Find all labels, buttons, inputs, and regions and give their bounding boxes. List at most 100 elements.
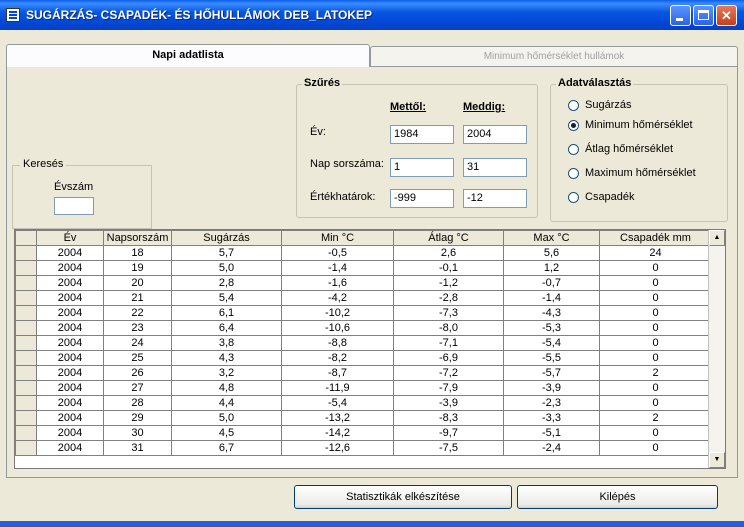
table-cell[interactable]: -3,9 xyxy=(503,380,600,396)
table-cell[interactable]: -1,2 xyxy=(393,275,504,291)
row-selector[interactable] xyxy=(15,440,37,456)
table-cell[interactable]: 24 xyxy=(599,245,712,261)
table-cell[interactable]: 0 xyxy=(599,440,712,456)
table-cell[interactable]: -5,4 xyxy=(503,335,600,351)
table-cell[interactable]: 2004 xyxy=(36,290,104,306)
table-cell[interactable]: -14,2 xyxy=(281,425,394,441)
table-cell[interactable]: 18 xyxy=(103,245,172,261)
row-selector[interactable] xyxy=(15,365,37,381)
table-cell[interactable]: -7,1 xyxy=(393,335,504,351)
table-cell[interactable]: 2004 xyxy=(36,245,104,261)
data-grid[interactable]: Év Napsorszám Sugárzás Min °C Átlag °C M… xyxy=(14,229,726,469)
table-row[interactable]: 2004 30 4,5 -14,2 -9,7 -5,1 0 xyxy=(15,425,712,441)
table-cell[interactable]: -10,6 xyxy=(281,320,394,336)
table-cell[interactable]: 2,6 xyxy=(393,245,504,261)
row-selector[interactable] xyxy=(15,245,37,261)
table-row[interactable]: 2004 29 5,0 -13,2 -8,3 -3,3 2 xyxy=(15,410,712,426)
row-selector[interactable] xyxy=(15,410,37,426)
table-cell[interactable]: 30 xyxy=(103,425,172,441)
table-row[interactable]: 2004 24 3,8 -8,8 -7,1 -5,4 0 xyxy=(15,335,712,351)
row-selector[interactable] xyxy=(15,260,37,276)
table-cell[interactable]: -10,2 xyxy=(281,305,394,321)
table-cell[interactable]: 23 xyxy=(103,320,172,336)
table-cell[interactable]: 3,8 xyxy=(171,335,282,351)
table-cell[interactable]: 5,7 xyxy=(171,245,282,261)
column-header[interactable]: Év xyxy=(36,230,104,246)
tab-min-temp-waves[interactable]: Minimum hőmérséklet hullámok xyxy=(370,46,738,68)
table-cell[interactable]: -7,5 xyxy=(393,440,504,456)
table-cell[interactable]: 2004 xyxy=(36,260,104,276)
table-cell[interactable]: 2004 xyxy=(36,410,104,426)
table-row[interactable]: 2004 31 6,7 -12,6 -7,5 -2,4 0 xyxy=(15,440,712,456)
table-cell[interactable]: 5,6 xyxy=(503,245,600,261)
table-cell[interactable]: 25 xyxy=(103,350,172,366)
table-cell[interactable]: 5,4 xyxy=(171,290,282,306)
table-cell[interactable]: 21 xyxy=(103,290,172,306)
table-cell[interactable]: 6,1 xyxy=(171,305,282,321)
table-cell[interactable]: 2004 xyxy=(36,365,104,381)
table-cell[interactable]: -1,4 xyxy=(281,260,394,276)
day-to-input[interactable]: 31 xyxy=(463,158,527,177)
table-cell[interactable]: -2,8 xyxy=(393,290,504,306)
table-cell[interactable]: -0,1 xyxy=(393,260,504,276)
close-button[interactable]: ✕ xyxy=(716,5,737,26)
make-statistics-button[interactable]: Statisztikák elkészítése xyxy=(294,485,512,509)
table-cell[interactable]: -5,1 xyxy=(503,425,600,441)
row-selector[interactable] xyxy=(15,290,37,306)
table-cell[interactable]: 1,2 xyxy=(503,260,600,276)
table-cell[interactable]: -8,0 xyxy=(393,320,504,336)
table-cell[interactable]: 0 xyxy=(599,425,712,441)
row-selector[interactable] xyxy=(15,335,37,351)
table-cell[interactable]: 6,7 xyxy=(171,440,282,456)
table-cell[interactable]: 20 xyxy=(103,275,172,291)
scroll-up-icon[interactable]: ▲ xyxy=(709,230,725,246)
column-header[interactable]: Napsorszám xyxy=(103,230,172,246)
table-cell[interactable]: 4,8 xyxy=(171,380,282,396)
table-cell[interactable]: -0,5 xyxy=(281,245,394,261)
table-cell[interactable]: 0 xyxy=(599,305,712,321)
table-cell[interactable]: -5,4 xyxy=(281,395,394,411)
table-row[interactable]: 2004 21 5,4 -4,2 -2,8 -1,4 0 xyxy=(15,290,712,306)
vertical-scrollbar[interactable]: ▲ ▼ xyxy=(708,230,725,468)
table-cell[interactable]: 0 xyxy=(599,380,712,396)
year-search-input[interactable] xyxy=(54,197,94,215)
column-header[interactable]: Sugárzás xyxy=(171,230,282,246)
column-header[interactable]: Csapadék mm xyxy=(599,230,712,246)
table-cell[interactable]: 2004 xyxy=(36,335,104,351)
table-cell[interactable]: 2,8 xyxy=(171,275,282,291)
table-cell[interactable]: 2004 xyxy=(36,320,104,336)
table-cell[interactable]: 2004 xyxy=(36,305,104,321)
table-cell[interactable]: -0,7 xyxy=(503,275,600,291)
row-selector[interactable] xyxy=(15,425,37,441)
table-cell[interactable]: 2004 xyxy=(36,350,104,366)
table-cell[interactable]: 0 xyxy=(599,395,712,411)
table-cell[interactable]: 2004 xyxy=(36,395,104,411)
table-row[interactable]: 2004 23 6,4 -10,6 -8,0 -5,3 0 xyxy=(15,320,712,336)
table-row[interactable]: 2004 26 3,2 -8,7 -7,2 -5,7 2 xyxy=(15,365,712,381)
table-cell[interactable]: 27 xyxy=(103,380,172,396)
day-from-input[interactable]: 1 xyxy=(390,158,454,177)
table-cell[interactable]: 2004 xyxy=(36,275,104,291)
limit-to-input[interactable]: -12 xyxy=(463,189,527,208)
table-cell[interactable]: 19 xyxy=(103,260,172,276)
column-header[interactable]: Min °C xyxy=(281,230,394,246)
row-selector[interactable] xyxy=(15,320,37,336)
table-cell[interactable]: -9,7 xyxy=(393,425,504,441)
table-cell[interactable]: 24 xyxy=(103,335,172,351)
row-selector[interactable] xyxy=(15,395,37,411)
radio-max-temp[interactable] xyxy=(568,168,579,179)
table-cell[interactable]: 4,5 xyxy=(171,425,282,441)
table-row[interactable]: 2004 18 5,7 -0,5 2,6 5,6 24 xyxy=(15,245,712,261)
table-cell[interactable]: -3,9 xyxy=(393,395,504,411)
table-cell[interactable]: -8,7 xyxy=(281,365,394,381)
radio-min-temp[interactable] xyxy=(568,120,579,131)
table-row[interactable]: 2004 28 4,4 -5,4 -3,9 -2,3 0 xyxy=(15,395,712,411)
table-cell[interactable]: 22 xyxy=(103,305,172,321)
table-cell[interactable]: -4,3 xyxy=(503,305,600,321)
table-cell[interactable]: -6,9 xyxy=(393,350,504,366)
table-cell[interactable]: -4,2 xyxy=(281,290,394,306)
table-cell[interactable]: 0 xyxy=(599,275,712,291)
table-cell[interactable]: 2004 xyxy=(36,380,104,396)
table-cell[interactable]: 5,0 xyxy=(171,260,282,276)
table-cell[interactable]: -8,2 xyxy=(281,350,394,366)
